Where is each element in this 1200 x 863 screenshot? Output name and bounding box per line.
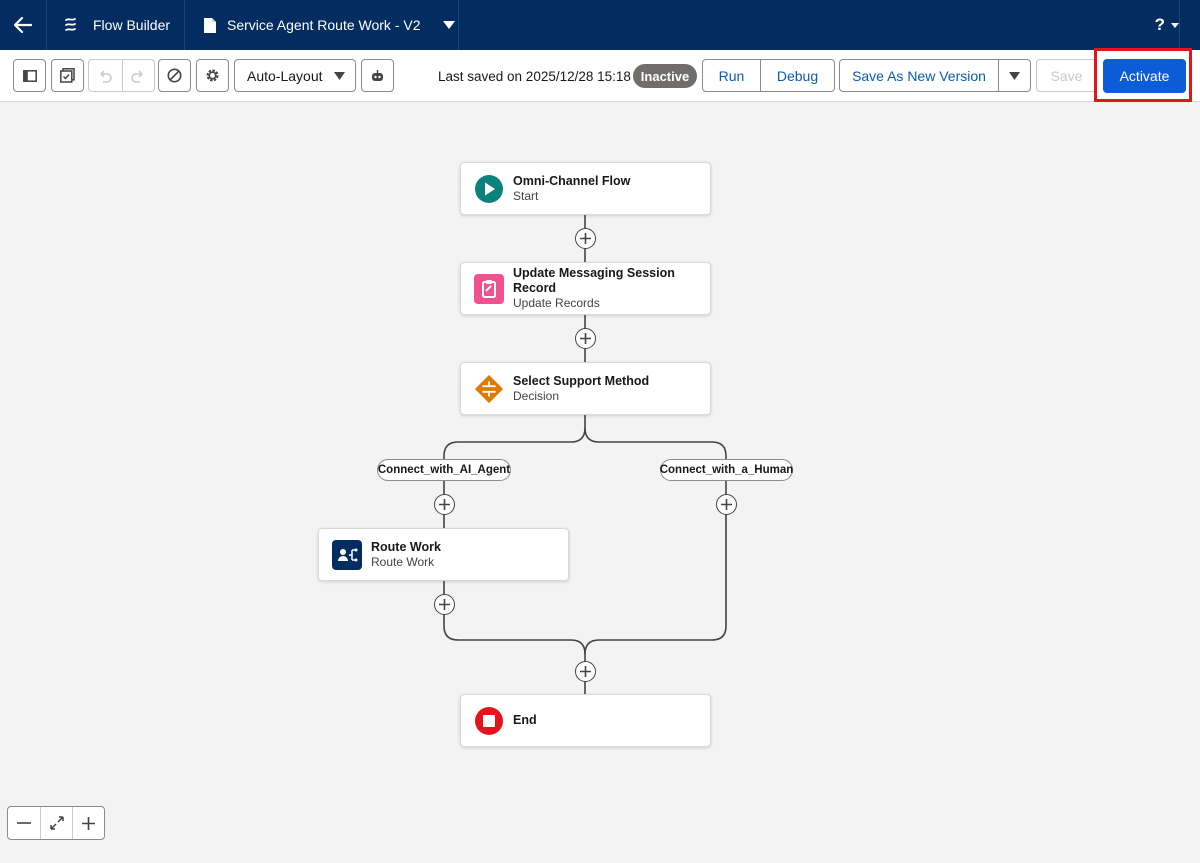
plus-icon [580, 666, 591, 677]
plus-icon [439, 499, 450, 510]
save-as-new-version-button[interactable]: Save As New Version [840, 60, 998, 91]
layout-mode-select[interactable]: Auto-Layout [234, 59, 356, 92]
route-work-node[interactable]: Route Work Route Work [318, 528, 569, 581]
zoom-out-button[interactable] [8, 807, 40, 839]
end-node-text: End [513, 713, 537, 728]
expand-icon [49, 816, 64, 830]
status-badge: Inactive [633, 64, 697, 88]
flow-canvas[interactable]: Omni-Channel Flow Start Update Messaging… [0, 102, 1200, 863]
save-options-button[interactable] [998, 60, 1030, 91]
node-type: Update Records [513, 296, 600, 310]
app-name: Flow Builder [93, 17, 171, 33]
plus-icon [82, 816, 95, 830]
check-errors-button[interactable] [51, 59, 84, 92]
plus-icon [580, 233, 591, 244]
play-icon [474, 174, 504, 204]
block-icon [167, 68, 182, 83]
node-type: Start [513, 188, 539, 203]
node-title: Select Support Method [513, 373, 650, 388]
run-button[interactable]: Run [703, 60, 760, 91]
redo-icon [131, 69, 143, 83]
chevron-down-icon [334, 72, 345, 80]
settings-button[interactable] [196, 59, 229, 92]
flow-builder-icon [65, 18, 76, 31]
add-element-button[interactable] [575, 228, 596, 249]
layout-mode-value: Auto-Layout [247, 67, 323, 84]
app-title: Flow Builder [47, 0, 185, 50]
stop-icon [474, 706, 504, 736]
run-debug-group: Run Debug [702, 59, 835, 92]
redo-button[interactable] [121, 60, 155, 91]
agent-button[interactable] [361, 59, 394, 92]
node-title: Update Messaging Session Record [513, 266, 675, 295]
decision-node[interactable]: Select Support Method Decision [460, 362, 711, 415]
undo-icon [100, 69, 112, 83]
start-node[interactable]: Omni-Channel Flow Start [460, 162, 711, 215]
arrow-left-icon [14, 17, 32, 33]
add-element-button[interactable] [575, 328, 596, 349]
node-type: Route Work [371, 554, 435, 569]
update-records-icon [474, 273, 504, 304]
node-type: Decision [513, 388, 560, 403]
start-node-text: Omni-Channel Flow Start [513, 174, 630, 204]
debug-button[interactable]: Debug [760, 60, 834, 91]
node-title: End [513, 713, 537, 727]
plus-icon [721, 499, 732, 510]
chevron-down-icon [1171, 22, 1179, 28]
zoom-in-button[interactable] [72, 807, 104, 839]
help-menu[interactable]: ? [1155, 0, 1180, 50]
connector-lines [443, 214, 727, 694]
update-records-node[interactable]: Update Messaging Session Record Update R… [460, 262, 711, 315]
help-icon: ? [1154, 15, 1165, 34]
chevron-down-icon [1009, 71, 1020, 80]
end-node[interactable]: End [460, 694, 711, 747]
decision-node-text: Select Support Method Decision [513, 374, 649, 404]
plus-icon [439, 599, 450, 610]
activate-button[interactable]: Activate [1103, 59, 1186, 93]
save-as-group: Save As New Version [839, 59, 1031, 92]
fit-view-button[interactable] [40, 807, 72, 839]
chevron-down-icon [442, 21, 455, 29]
checklist-icon [60, 68, 75, 83]
branch-label-left[interactable]: Connect_with_AI_Agent [377, 459, 511, 481]
update-records-node-text: Update Messaging Session Record Update R… [513, 266, 710, 311]
gear-icon [206, 69, 219, 82]
branch-label-right[interactable]: Connect_with_a_Human [660, 459, 793, 481]
robot-icon [372, 69, 383, 81]
toolbar: Auto-Layout Last saved on 2025/12/28 15:… [0, 50, 1200, 102]
route-work-icon [332, 539, 362, 570]
save-button[interactable]: Save [1036, 59, 1097, 92]
stop-button[interactable] [158, 59, 191, 92]
flow-name: Service Agent Route Work - V2 [227, 17, 421, 33]
undo-button[interactable] [89, 60, 122, 91]
minus-icon [17, 822, 31, 824]
back-button[interactable] [0, 0, 47, 50]
node-title: Omni-Channel Flow [513, 173, 631, 188]
undo-redo-group [88, 59, 155, 92]
add-element-button[interactable] [434, 594, 455, 615]
add-element-button[interactable] [434, 494, 455, 515]
route-work-node-text: Route Work Route Work [371, 540, 441, 570]
zoom-controls [7, 806, 105, 840]
add-element-button[interactable] [575, 661, 596, 682]
add-element-button[interactable] [716, 494, 737, 515]
top-navigation-bar: Flow Builder Service Agent Route Work - … [0, 0, 1200, 50]
decision-icon [474, 374, 504, 404]
plus-icon [580, 333, 591, 344]
node-title: Route Work [371, 539, 441, 554]
document-icon [204, 17, 216, 33]
last-saved-text: Last saved on 2025/12/28 15:18 [438, 69, 631, 84]
toggle-panel-button[interactable] [13, 59, 46, 92]
flow-name-menu[interactable]: Service Agent Route Work - V2 [185, 0, 459, 50]
panel-icon [22, 69, 37, 82]
